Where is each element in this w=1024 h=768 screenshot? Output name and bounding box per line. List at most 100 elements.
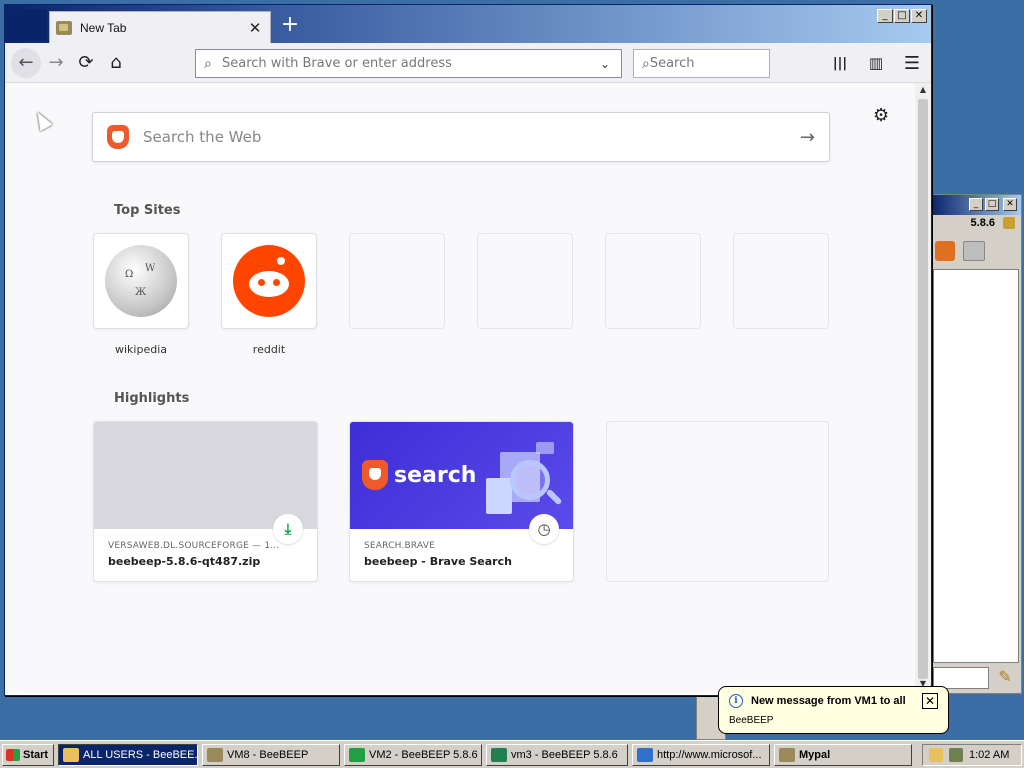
tab-new-tab[interactable]: New Tab ✕ — [49, 11, 271, 43]
scrollbar-thumb[interactable] — [918, 99, 928, 679]
address-input[interactable] — [222, 56, 597, 71]
beebeep-trash-icon[interactable] — [963, 241, 985, 261]
menu-button[interactable]: ☰ — [897, 48, 927, 78]
sidebar-button[interactable]: ▥ — [861, 48, 891, 78]
tray-beebeep-icon[interactable] — [949, 747, 963, 762]
search-icon: ⌕ — [642, 55, 650, 72]
beebeep-window[interactable]: _ □ ✕ 5.8.6 ✎ — [930, 194, 1022, 694]
search-input[interactable] — [649, 56, 820, 71]
taskbar-item-vm8[interactable]: VM8 - BeeBEEP — [202, 743, 340, 766]
arrow-right-icon[interactable]: → — [800, 127, 815, 148]
tab-title: New Tab — [80, 20, 127, 35]
taskbar-item-vm2[interactable]: VM2 - BeeBEEP 5.8.6 — [344, 743, 482, 766]
top-site-wikipedia[interactable]: ΩWЖ wikipedia — [93, 233, 189, 356]
address-bar[interactable]: ⌕ ⌄ — [195, 49, 622, 78]
vm-icon — [349, 747, 365, 762]
top-site-tile[interactable] — [477, 233, 573, 329]
back-button[interactable]: ← — [11, 47, 41, 78]
brave-lion-icon — [107, 125, 129, 149]
taskbar: Start ALL USERS - BeeBEE... VM8 - BeeBEE… — [0, 740, 1024, 768]
system-tray: 1:02 AM — [922, 743, 1022, 766]
beebeep-status-icon[interactable] — [935, 241, 955, 261]
magnifier-handle — [545, 488, 563, 506]
beebeep-clear-icon[interactable]: ✎ — [993, 667, 1017, 689]
web-search-box[interactable]: → — [92, 112, 830, 162]
close-button[interactable]: ✕ — [911, 9, 927, 23]
gear-icon[interactable]: ⚙ — [873, 105, 889, 126]
internet-explorer-icon — [637, 747, 653, 762]
top-site-empty[interactable] — [733, 233, 829, 329]
folder-icon — [63, 747, 79, 762]
reddit-alien-icon — [233, 245, 305, 317]
navigation-toolbar: ← → ⟳ ⌂ ⌕ ⌄ ⌕ ||| ▥ ☰ — [5, 43, 931, 83]
highlight-thumbnail — [94, 422, 317, 529]
beebeep-maximize-button[interactable]: □ — [985, 198, 999, 211]
top-sites-heading[interactable]: Top Sites — [114, 203, 181, 218]
scroll-up-icon[interactable]: ▲ — [917, 85, 929, 97]
new-tab-page: ⚙ → Top Sites ΩWЖ wikipedia — [5, 83, 915, 693]
tray-folder-icon[interactable] — [929, 747, 943, 762]
vertical-scrollbar[interactable]: ▲ ▼ — [915, 83, 931, 693]
tab-bar-menu-area[interactable] — [7, 9, 47, 41]
beebeep-app-icon — [1003, 217, 1015, 229]
tab-bar: New Tab ✕ + _ □ ✕ — [5, 5, 931, 43]
chevron-down-icon[interactable]: ⌄ — [597, 57, 613, 71]
document-illustration — [536, 442, 554, 454]
web-search-input[interactable] — [143, 128, 800, 146]
reload-button[interactable]: ⟳ — [71, 48, 101, 78]
minimize-button[interactable]: _ — [877, 9, 893, 23]
highlights-heading[interactable]: Highlights — [114, 391, 189, 406]
maximize-button[interactable]: □ — [894, 9, 910, 23]
taskbar-item-all-users[interactable]: ALL USERS - BeeBEE... — [58, 743, 198, 766]
highlight-title: beebeep-5.8.6-qt487.zip — [108, 555, 261, 568]
taskbar-item-mypal[interactable]: Mypal — [774, 743, 912, 766]
highlight-title: beebeep - Brave Search — [364, 555, 512, 568]
beebeep-titlebar[interactable]: _ □ ✕ — [931, 195, 1021, 215]
search-bar[interactable]: ⌕ — [633, 49, 820, 78]
windows-logo-icon — [6, 748, 20, 761]
highlight-card-brave-search[interactable]: search ◷ SEARCH.BRAVE beebeep - Brave Se… — [349, 421, 574, 582]
taskbar-item-label: ALL USERS - BeeBEE... — [83, 748, 198, 761]
tab-close-icon[interactable]: ✕ — [246, 19, 264, 37]
notification-close-button[interactable]: ✕ — [922, 693, 938, 709]
top-site-tile[interactable] — [605, 233, 701, 329]
highlight-thumbnail: search — [350, 422, 573, 529]
start-button[interactable]: Start — [2, 743, 54, 766]
library-button[interactable]: ||| — [825, 48, 855, 78]
notification-balloon[interactable]: i New message from VM1 to all ✕ BeeBEEP — [718, 686, 949, 734]
beebeep-chat-area[interactable] — [933, 269, 1019, 663]
info-icon: i — [729, 694, 743, 708]
new-tab-button[interactable]: + — [279, 14, 301, 37]
top-site-tile[interactable]: ΩWЖ — [93, 233, 189, 329]
window-controls: _ □ ✕ — [877, 9, 927, 23]
download-icon: ⤓ — [273, 514, 303, 544]
mypal-icon — [779, 747, 795, 762]
top-site-tile[interactable] — [221, 233, 317, 329]
home-button[interactable]: ⌂ — [101, 48, 131, 78]
taskbar-item-label: vm3 - BeeBEEP 5.8.6 — [511, 748, 618, 761]
reddit-eye — [273, 279, 280, 286]
forward-button[interactable]: → — [41, 48, 71, 78]
browser-window: New Tab ✕ + _ □ ✕ ← → ⟳ ⌂ ⌕ ⌄ ⌕ ||| ▥ ☰ — [4, 4, 932, 696]
reddit-face — [249, 271, 289, 297]
top-site-tile[interactable] — [733, 233, 829, 329]
top-site-tile[interactable] — [349, 233, 445, 329]
taskbar-item-vm3[interactable]: vm3 - BeeBEEP 5.8.6 — [486, 743, 628, 766]
taskbar-item-ie[interactable]: http://www.microsof... — [632, 743, 770, 766]
beebeep-minimize-button[interactable]: _ — [969, 198, 983, 211]
taskbar-item-label: Mypal — [799, 748, 831, 761]
brave-lion-icon — [362, 460, 388, 490]
notification-body: BeeBEEP — [729, 715, 774, 726]
top-site-empty[interactable] — [349, 233, 445, 329]
top-site-label: wikipedia — [114, 343, 167, 356]
top-site-empty[interactable] — [605, 233, 701, 329]
highlight-card-empty — [606, 421, 829, 582]
brave-search-wordmark: search — [394, 462, 477, 488]
highlight-card-download[interactable]: ⤓ VERSAWEB.DL.SOURCEFORGE — 1... beebeep… — [93, 421, 318, 582]
vm-icon — [491, 747, 507, 762]
top-site-reddit[interactable]: reddit — [221, 233, 317, 356]
top-site-label: reddit — [252, 343, 286, 356]
top-site-empty[interactable] — [477, 233, 573, 329]
beebeep-close-button[interactable]: ✕ — [1003, 198, 1017, 211]
clock[interactable]: 1:02 AM — [969, 749, 1009, 761]
